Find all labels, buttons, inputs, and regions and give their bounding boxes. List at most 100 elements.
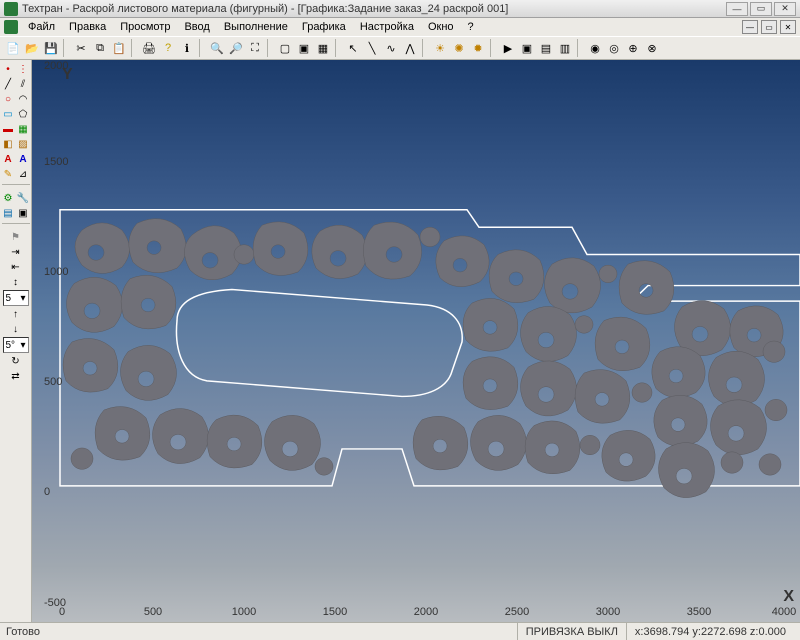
extra4-icon[interactable]: ⊗ xyxy=(643,39,661,57)
extra2-icon[interactable]: ◎ xyxy=(605,39,623,57)
rotate-icon[interactable]: ↻ xyxy=(9,354,23,368)
x-tick: 0 xyxy=(59,606,65,618)
mirror-icon[interactable]: ⇄ xyxy=(9,369,23,383)
status-coords: x:3698.794 y:2272.698 z:0.000 xyxy=(626,623,794,640)
grid-points-icon[interactable]: ⋮ xyxy=(16,62,30,76)
step-input[interactable]: 5▾ xyxy=(3,290,29,306)
cut-icon[interactable]: ✂ xyxy=(72,39,90,57)
exec2-icon[interactable]: ▣ xyxy=(518,39,536,57)
zoom-fit-icon[interactable]: ⛶ xyxy=(246,39,264,57)
mdi-restore[interactable]: ▭ xyxy=(761,20,777,34)
tool1-icon[interactable]: ☀ xyxy=(431,39,449,57)
polyline-icon[interactable]: ⋀ xyxy=(401,39,419,57)
status-snap[interactable]: ПРИВЯЗКА ВЫКЛ xyxy=(517,623,626,640)
gear-icon[interactable]: ⚙ xyxy=(1,191,15,205)
arc-icon[interactable]: ◠ xyxy=(16,92,30,106)
wrench-icon[interactable]: 🔧 xyxy=(16,191,30,205)
circle-icon[interactable]: ○ xyxy=(1,92,15,106)
print-icon[interactable]: 🖨 xyxy=(140,39,158,57)
point-icon[interactable]: • xyxy=(1,62,15,76)
y-tick: 500 xyxy=(44,376,62,388)
menu-execute[interactable]: Выполнение xyxy=(218,20,294,34)
copy-icon[interactable]: ⧉ xyxy=(91,39,109,57)
line-icon[interactable]: ╲ xyxy=(363,39,381,57)
line2-icon[interactable]: ╱ xyxy=(1,77,15,91)
y-tick: 2000 xyxy=(44,60,68,72)
minimize-button[interactable]: — xyxy=(726,2,748,16)
menu-settings[interactable]: Настройка xyxy=(354,20,420,34)
grid-icon[interactable]: ▦ xyxy=(314,39,332,57)
align3-icon[interactable]: ↕ xyxy=(9,275,23,289)
app-icon xyxy=(4,2,18,16)
about-icon[interactable]: ℹ xyxy=(178,39,196,57)
open-icon[interactable]: 📂 xyxy=(23,39,41,57)
curve-icon[interactable]: ∿ xyxy=(382,39,400,57)
poly-icon[interactable]: ⬠ xyxy=(16,107,30,121)
x-tick: 3500 xyxy=(687,606,711,618)
hatch-icon[interactable]: ▨ xyxy=(16,137,30,151)
maximize-button[interactable]: ▭ xyxy=(750,2,772,16)
menu-input[interactable]: Ввод xyxy=(178,20,215,34)
align2-icon[interactable]: ⇤ xyxy=(9,260,23,274)
new-icon[interactable]: 📄 xyxy=(4,39,22,57)
rect-icon[interactable]: ▭ xyxy=(1,107,15,121)
x-tick: 2000 xyxy=(414,606,438,618)
left-toolbar: • ⋮ ╱ ⫽ ○ ◠ ▭ ⬠ ▬ ▦ ◧ ▨ A A ✎ ⊿ xyxy=(0,60,32,622)
mdi-minimize[interactable]: — xyxy=(742,20,758,34)
close-button[interactable]: ✕ xyxy=(774,2,796,16)
menu-file[interactable]: Файл xyxy=(22,20,61,34)
y-tick: 0 xyxy=(44,486,50,498)
pen-icon[interactable]: ✎ xyxy=(1,167,15,181)
x-tick: 1500 xyxy=(323,606,347,618)
x-tick: 1000 xyxy=(232,606,256,618)
windows-icon[interactable]: ▣ xyxy=(295,39,313,57)
menu-help[interactable]: ? xyxy=(462,20,480,34)
tool3-icon[interactable]: ✹ xyxy=(469,39,487,57)
mdi-close[interactable]: ✕ xyxy=(780,20,796,34)
x-tick: 3000 xyxy=(596,606,620,618)
exec4-icon[interactable]: ▥ xyxy=(556,39,574,57)
canvas-viewport[interactable]: Y X -500 0 500 1000 1500 2000 0 500 1000… xyxy=(32,60,800,622)
y-tick: 1000 xyxy=(44,266,68,278)
extra1-icon[interactable]: ◉ xyxy=(586,39,604,57)
menu-edit[interactable]: Правка xyxy=(63,20,112,34)
up-icon[interactable]: ↑ xyxy=(9,307,23,321)
group-icon[interactable]: ▣ xyxy=(16,206,30,220)
window-title: Техтран - Раскрой листового материала (ф… xyxy=(22,3,508,15)
down-icon[interactable]: ↓ xyxy=(9,322,23,336)
window-icon[interactable]: ▢ xyxy=(276,39,294,57)
mdi-icon xyxy=(4,20,18,34)
pattern-icon[interactable]: ▦ xyxy=(16,122,30,136)
tool2-icon[interactable]: ✺ xyxy=(450,39,468,57)
text2-icon[interactable]: A xyxy=(16,152,30,166)
fill-icon[interactable]: ▬ xyxy=(1,122,15,136)
menu-view[interactable]: Просмотр xyxy=(114,20,176,34)
x-tick: 2500 xyxy=(505,606,529,618)
text-icon[interactable]: A xyxy=(1,152,15,166)
layers-icon[interactable]: ▤ xyxy=(1,206,15,220)
contour-icon[interactable]: ◧ xyxy=(1,137,15,151)
flag-icon[interactable]: ⚑ xyxy=(9,230,23,244)
arrow-icon[interactable]: ↖ xyxy=(344,39,362,57)
zoom-in-icon[interactable]: 🔍 xyxy=(208,39,226,57)
help-icon[interactable]: ? xyxy=(159,39,177,57)
exec1-icon[interactable]: ▶ xyxy=(499,39,517,57)
x-axis-label: X xyxy=(783,588,794,606)
multiline-icon[interactable]: ⫽ xyxy=(16,77,30,91)
nesting-drawing xyxy=(32,60,800,622)
titlebar: Техтран - Раскрой листового материала (ф… xyxy=(0,0,800,18)
status-ready: Готово xyxy=(6,626,40,638)
measure-icon[interactable]: ⊿ xyxy=(16,167,30,181)
menu-window[interactable]: Окно xyxy=(422,20,460,34)
align1-icon[interactable]: ⇥ xyxy=(9,245,23,259)
angle-input[interactable]: 5°▾ xyxy=(3,337,29,353)
y-tick: 1500 xyxy=(44,156,68,168)
zoom-out-icon[interactable]: 🔎 xyxy=(227,39,245,57)
extra3-icon[interactable]: ⊕ xyxy=(624,39,642,57)
exec3-icon[interactable]: ▤ xyxy=(537,39,555,57)
paste-icon[interactable]: 📋 xyxy=(110,39,128,57)
statusbar: Готово ПРИВЯЗКА ВЫКЛ x:3698.794 y:2272.6… xyxy=(0,622,800,640)
save-icon[interactable]: 💾 xyxy=(42,39,60,57)
menu-graphics[interactable]: Графика xyxy=(296,20,352,34)
x-tick: 4000 xyxy=(772,606,796,618)
